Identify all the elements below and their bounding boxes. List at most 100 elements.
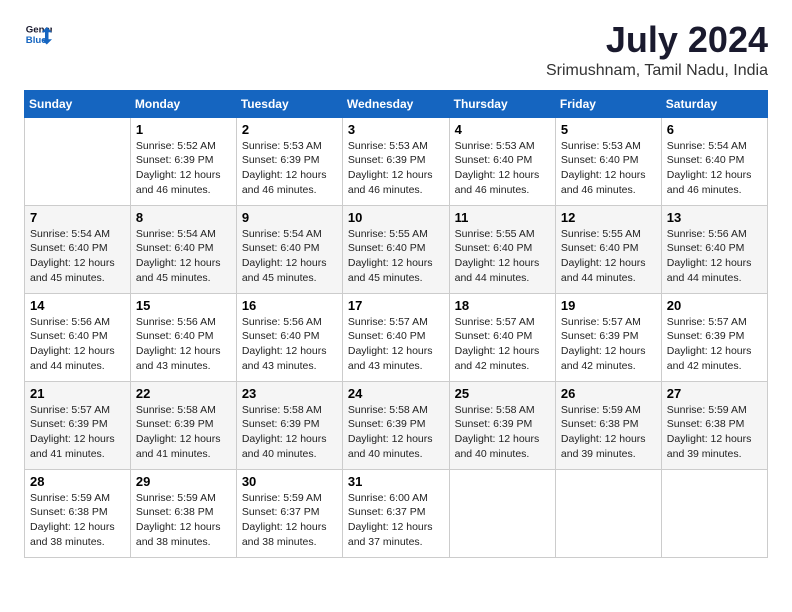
day-number: 10	[348, 210, 444, 225]
cell-info: Sunrise: 5:56 AMSunset: 6:40 PMDaylight:…	[242, 315, 337, 374]
location-subtitle: Srimushnam, Tamil Nadu, India	[546, 62, 768, 80]
calendar-cell: 27 Sunrise: 5:59 AMSunset: 6:38 PMDayligh…	[661, 381, 767, 469]
calendar-cell: 4 Sunrise: 5:53 AMSunset: 6:40 PMDaylight…	[449, 117, 555, 205]
month-title: July 2024	[546, 20, 768, 60]
day-number: 23	[242, 386, 337, 401]
day-number: 22	[136, 386, 231, 401]
day-number: 30	[242, 474, 337, 489]
cell-info: Sunrise: 5:53 AMSunset: 6:39 PMDaylight:…	[242, 139, 337, 198]
cell-info: Sunrise: 5:58 AMSunset: 6:39 PMDaylight:…	[242, 403, 337, 462]
calendar-cell: 13Sunrise: 5:56 AMSunset: 6:40 PMDayligh…	[661, 205, 767, 293]
calendar-header-row: SundayMondayTuesdayWednesdayThursdayFrid…	[25, 90, 768, 117]
title-block: July 2024 Srimushnam, Tamil Nadu, India	[546, 20, 768, 80]
calendar-cell: 10 Sunrise: 5:55 AMSunset: 6:40 PMDayligh…	[342, 205, 449, 293]
cell-info: Sunrise: 5:53 AMSunset: 6:40 PMDaylight:…	[561, 139, 656, 198]
calendar-cell: 8 Sunrise: 5:54 AMSunset: 6:40 PMDaylight…	[130, 205, 236, 293]
day-number: 18	[455, 298, 550, 313]
day-number: 29	[136, 474, 231, 489]
cell-info: Sunrise: 5:58 AMSunset: 6:39 PMDaylight:…	[455, 403, 550, 462]
cell-info: Sunrise: 5:55 AMSunset: 6:40 PMDaylight:…	[561, 227, 656, 286]
day-number: 3	[348, 122, 444, 137]
calendar-cell: 6 Sunrise: 5:54 AMSunset: 6:40 PMDaylight…	[661, 117, 767, 205]
calendar-cell: 21 Sunrise: 5:57 AMSunset: 6:39 PMDayligh…	[25, 381, 131, 469]
cell-info: Sunrise: 5:52 AMSunset: 6:39 PMDaylight:…	[136, 139, 231, 198]
calendar-cell	[449, 469, 555, 557]
page-header: General Blue July 2024 Srimushnam, Tamil…	[24, 20, 768, 80]
calendar-cell: 28 Sunrise: 5:59 AMSunset: 6:38 PMDayligh…	[25, 469, 131, 557]
day-number: 27	[667, 386, 762, 401]
calendar-cell	[661, 469, 767, 557]
calendar-cell: 17 Sunrise: 5:57 AMSunset: 6:40 PMDayligh…	[342, 293, 449, 381]
calendar-cell: 16 Sunrise: 5:56 AMSunset: 6:40 PMDayligh…	[236, 293, 342, 381]
cell-info: Sunrise: 5:55 AMSunset: 6:40 PMDaylight:…	[455, 227, 550, 286]
calendar-cell: 11 Sunrise: 5:55 AMSunset: 6:40 PMDayligh…	[449, 205, 555, 293]
calendar-cell: 3Sunrise: 5:53 AMSunset: 6:39 PMDaylight…	[342, 117, 449, 205]
cell-info: Sunrise: 5:56 AMSunset: 6:40 PMDaylight:…	[136, 315, 231, 374]
day-number: 4	[455, 122, 550, 137]
calendar-cell: 7Sunrise: 5:54 AMSunset: 6:40 PMDaylight…	[25, 205, 131, 293]
calendar-table: SundayMondayTuesdayWednesdayThursdayFrid…	[24, 90, 768, 558]
calendar-cell: 19 Sunrise: 5:57 AMSunset: 6:39 PMDayligh…	[555, 293, 661, 381]
day-number: 7	[30, 210, 125, 225]
day-number: 28	[30, 474, 125, 489]
calendar-cell: 14 Sunrise: 5:56 AMSunset: 6:40 PMDayligh…	[25, 293, 131, 381]
col-header-saturday: Saturday	[661, 90, 767, 117]
day-number: 20	[667, 298, 762, 313]
cell-info: Sunrise: 5:59 AMSunset: 6:38 PMDaylight:…	[30, 491, 125, 550]
cell-info: Sunrise: 5:57 AMSunset: 6:40 PMDaylight:…	[455, 315, 550, 374]
day-number: 16	[242, 298, 337, 313]
day-number: 6	[667, 122, 762, 137]
col-header-friday: Friday	[555, 90, 661, 117]
calendar-cell: 22 Sunrise: 5:58 AMSunset: 6:39 PMDayligh…	[130, 381, 236, 469]
day-number: 5	[561, 122, 656, 137]
cell-info: Sunrise: 5:54 AMSunset: 6:40 PMDaylight:…	[667, 139, 762, 198]
calendar-cell: 31Sunrise: 6:00 AMSunset: 6:37 PMDayligh…	[342, 469, 449, 557]
day-number: 8	[136, 210, 231, 225]
calendar-cell: 25 Sunrise: 5:58 AMSunset: 6:39 PMDayligh…	[449, 381, 555, 469]
calendar-cell	[25, 117, 131, 205]
day-number: 9	[242, 210, 337, 225]
day-number: 19	[561, 298, 656, 313]
col-header-sunday: Sunday	[25, 90, 131, 117]
cell-info: Sunrise: 5:54 AMSunset: 6:40 PMDaylight:…	[136, 227, 231, 286]
day-number: 2	[242, 122, 337, 137]
logo-icon: General Blue	[24, 20, 52, 48]
week-row-1: 1Sunrise: 5:52 AMSunset: 6:39 PMDaylight…	[25, 117, 768, 205]
day-number: 15	[136, 298, 231, 313]
day-number: 17	[348, 298, 444, 313]
col-header-monday: Monday	[130, 90, 236, 117]
cell-info: Sunrise: 5:55 AMSunset: 6:40 PMDaylight:…	[348, 227, 444, 286]
calendar-cell: 26Sunrise: 5:59 AMSunset: 6:38 PMDayligh…	[555, 381, 661, 469]
week-row-4: 21 Sunrise: 5:57 AMSunset: 6:39 PMDayligh…	[25, 381, 768, 469]
day-number: 12	[561, 210, 656, 225]
calendar-cell: 1Sunrise: 5:52 AMSunset: 6:39 PMDaylight…	[130, 117, 236, 205]
calendar-cell: 9Sunrise: 5:54 AMSunset: 6:40 PMDaylight…	[236, 205, 342, 293]
cell-info: Sunrise: 5:57 AMSunset: 6:39 PMDaylight:…	[561, 315, 656, 374]
day-number: 14	[30, 298, 125, 313]
week-row-3: 14 Sunrise: 5:56 AMSunset: 6:40 PMDayligh…	[25, 293, 768, 381]
cell-info: Sunrise: 5:57 AMSunset: 6:39 PMDaylight:…	[30, 403, 125, 462]
cell-info: Sunrise: 5:59 AMSunset: 6:38 PMDaylight:…	[136, 491, 231, 550]
col-header-wednesday: Wednesday	[342, 90, 449, 117]
day-number: 24	[348, 386, 444, 401]
logo: General Blue	[24, 20, 52, 48]
cell-info: Sunrise: 5:59 AMSunset: 6:38 PMDaylight:…	[667, 403, 762, 462]
day-number: 11	[455, 210, 550, 225]
col-header-thursday: Thursday	[449, 90, 555, 117]
week-row-2: 7 Sunrise: 5:54 AMSunset: 6:40 PMDaylight…	[25, 205, 768, 293]
calendar-cell: 20 Sunrise: 5:57 AMSunset: 6:39 PMDayligh…	[661, 293, 767, 381]
calendar-cell: 29 Sunrise: 5:59 AMSunset: 6:38 PMDayligh…	[130, 469, 236, 557]
calendar-cell: 24 Sunrise: 5:58 AMSunset: 6:39 PMDayligh…	[342, 381, 449, 469]
cell-info: Sunrise: 5:53 AMSunset: 6:40 PMDaylight:…	[455, 139, 550, 198]
day-number: 26	[561, 386, 656, 401]
calendar-cell: 12 Sunrise: 5:55 AMSunset: 6:40 PMDayligh…	[555, 205, 661, 293]
cell-info: Sunrise: 5:57 AMSunset: 6:39 PMDaylight:…	[667, 315, 762, 374]
cell-info: Sunrise: 5:58 AMSunset: 6:39 PMDaylight:…	[136, 403, 231, 462]
day-number: 21	[30, 386, 125, 401]
cell-info: Sunrise: 5:56 AMSunset: 6:40 PMDaylight:…	[667, 227, 762, 286]
calendar-cell: 15 Sunrise: 5:56 AMSunset: 6:40 PMDayligh…	[130, 293, 236, 381]
cell-info: Sunrise: 5:58 AMSunset: 6:39 PMDaylight:…	[348, 403, 444, 462]
cell-info: Sunrise: 5:57 AMSunset: 6:40 PMDaylight:…	[348, 315, 444, 374]
day-number: 25	[455, 386, 550, 401]
cell-info: Sunrise: 5:56 AMSunset: 6:40 PMDaylight:…	[30, 315, 125, 374]
